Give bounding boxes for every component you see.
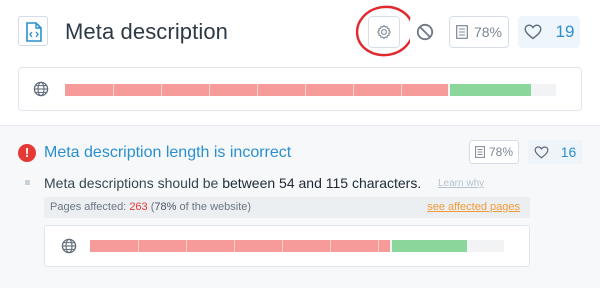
- see-affected-pages-link[interactable]: see affected pages: [427, 201, 520, 213]
- heart-icon: [534, 145, 549, 159]
- issue-description: Meta descriptions should be between 54 a…: [44, 175, 421, 191]
- issue-title-link[interactable]: Meta description length is incorrect: [44, 144, 291, 162]
- bar-tick: [257, 84, 258, 96]
- bar-segment-issues: [90, 240, 390, 252]
- affected-suffix: of the website): [176, 201, 252, 213]
- issue-like-button[interactable]: 16: [528, 140, 582, 164]
- pages-percent-button[interactable]: 78%: [449, 16, 509, 48]
- overview-progress-bar: [65, 84, 556, 96]
- bar-tick: [234, 240, 235, 252]
- bar-segment-ok: [392, 240, 467, 252]
- pages-affected-label: Pages affected: 263 (78% of the website): [50, 201, 251, 213]
- bar-segment-ok: [450, 84, 531, 96]
- file-code-icon: [18, 16, 48, 46]
- bar-tick: [282, 240, 283, 252]
- like-button[interactable]: 19: [518, 16, 580, 48]
- highlight-circle: [355, 5, 415, 57]
- bar-tick: [305, 84, 306, 96]
- bar-tick: [161, 84, 162, 96]
- issue-bar-card: [44, 225, 530, 267]
- issue-pages-percent-button[interactable]: 78%: [469, 140, 519, 164]
- bar-tick: [113, 84, 114, 96]
- pages-affected-row: Pages affected: 263 (78% of the website)…: [44, 197, 530, 218]
- pages-icon: [475, 146, 485, 158]
- globe-icon: [33, 81, 49, 97]
- issue-like-count: 16: [560, 144, 577, 160]
- like-count: 19: [555, 22, 575, 41]
- ignore-button[interactable]: [410, 16, 440, 48]
- affected-count: 263: [129, 201, 148, 213]
- bar-tick: [353, 84, 354, 96]
- overview-bar-card: [18, 67, 582, 111]
- pages-icon: [456, 25, 468, 39]
- heart-icon: [524, 24, 542, 40]
- bar-tick: [330, 240, 331, 252]
- report-header: Meta description 78% 19: [0, 0, 600, 125]
- pages-percent-value: 78%: [473, 24, 503, 40]
- learn-why-link[interactable]: Learn why: [438, 178, 484, 189]
- bar-tick: [209, 84, 210, 96]
- bar-tick: [186, 240, 187, 252]
- bar-tick: [138, 240, 139, 252]
- block-icon: [416, 23, 434, 41]
- exclamation-icon: !: [18, 144, 36, 162]
- bullet-marker: [25, 180, 30, 185]
- description-text: Meta descriptions should be: [44, 175, 223, 191]
- issue-pages-percent-value: 78%: [488, 145, 514, 159]
- affected-label-text: Pages affected:: [50, 201, 130, 213]
- affected-percent: 78%: [154, 201, 177, 213]
- issue-progress-bar: [90, 240, 504, 252]
- description-highlight: between 54 and 115 characters.: [222, 175, 422, 191]
- issue-section: ! Meta description length is incorrect 7…: [0, 125, 600, 288]
- page-title: Meta description: [65, 19, 229, 44]
- bar-tick: [401, 84, 402, 96]
- bar-tick: [378, 240, 379, 252]
- globe-icon: [61, 238, 77, 254]
